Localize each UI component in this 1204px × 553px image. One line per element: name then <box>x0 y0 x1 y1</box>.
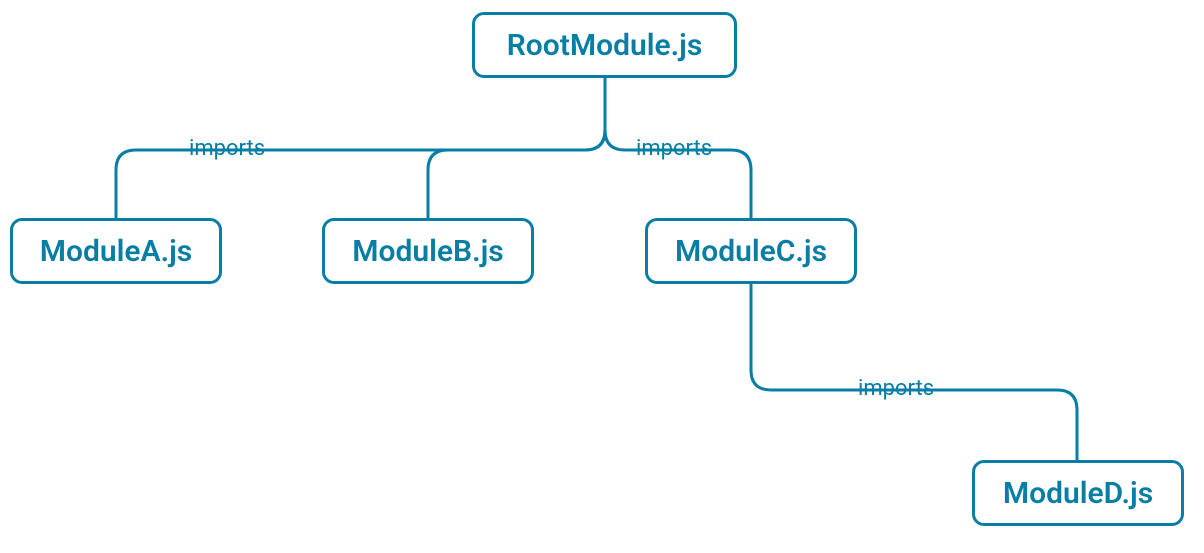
node-label: ModuleD.js <box>1003 476 1153 511</box>
edge-label-imports: imports <box>636 136 712 161</box>
node-label: ModuleC.js <box>675 234 827 269</box>
node-module-b: ModuleB.js <box>322 218 534 284</box>
node-label: ModuleA.js <box>40 234 192 269</box>
edge-label-imports: imports <box>189 136 265 161</box>
node-module-a: ModuleA.js <box>10 218 222 284</box>
node-root-module: RootModule.js <box>472 12 737 78</box>
diagram-canvas: RootModule.js ModuleA.js ModuleB.js Modu… <box>0 0 1204 553</box>
node-module-c: ModuleC.js <box>645 218 857 284</box>
node-label: ModuleB.js <box>352 234 503 269</box>
node-label: RootModule.js <box>507 28 703 63</box>
node-module-d: ModuleD.js <box>972 460 1184 526</box>
edge-label-imports: imports <box>858 376 934 401</box>
